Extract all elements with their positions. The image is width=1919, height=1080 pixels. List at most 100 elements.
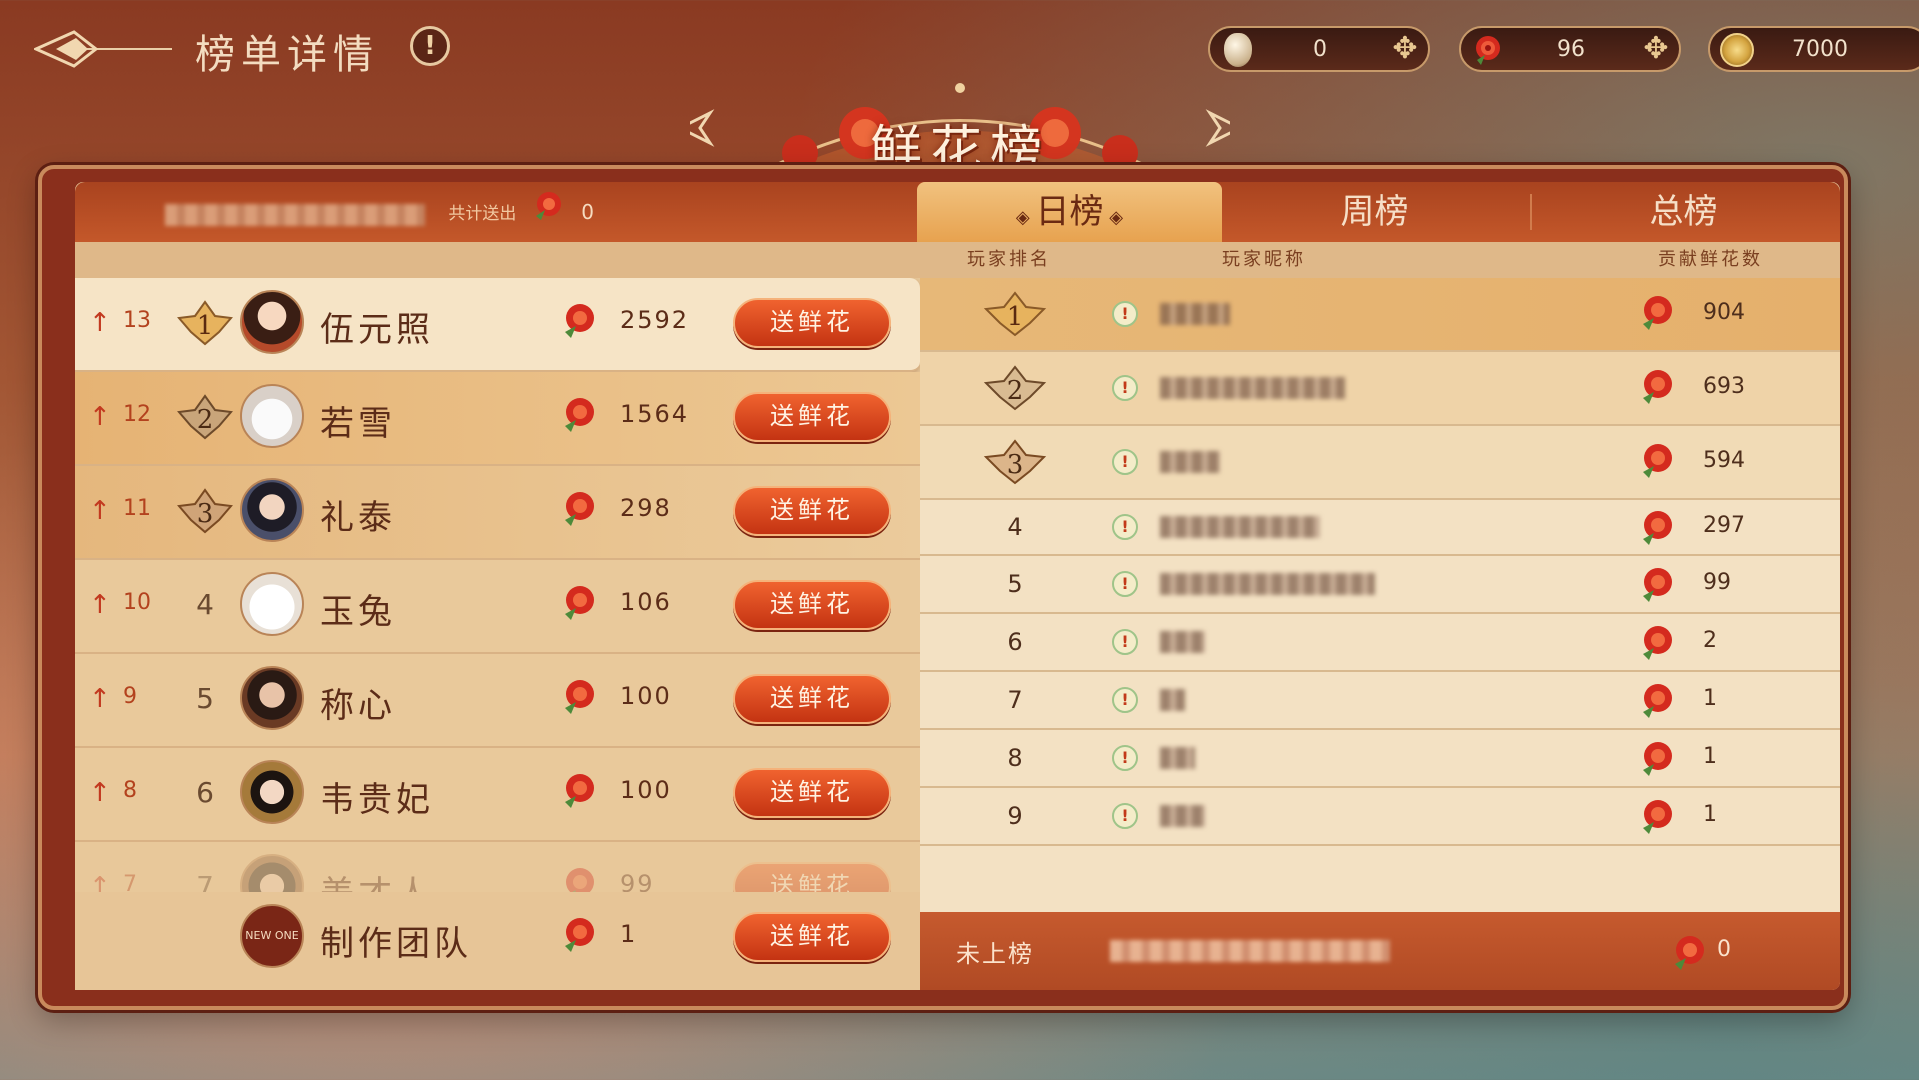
- flower-count: 100: [620, 682, 672, 710]
- send-flower-button[interactable]: 送鲜花: [733, 392, 891, 442]
- tab-bar: 共计送出 0 ◈ 日榜 ◈ 周榜 总榜: [75, 182, 1840, 242]
- flower-count: 1: [1703, 686, 1717, 711]
- list-item[interactable]: ↑ 8 6 韦贵妃 100 送鲜花: [75, 748, 920, 842]
- send-flower-button[interactable]: 送鲜花: [733, 298, 891, 348]
- table-row[interactable]: 4 ! 297: [920, 500, 1840, 556]
- flower-count: 904: [1703, 300, 1745, 325]
- info-icon[interactable]: !: [1112, 514, 1138, 540]
- rank-number: 9: [1007, 802, 1023, 830]
- flower-count: 99: [1703, 570, 1731, 595]
- info-icon[interactable]: !: [1112, 745, 1138, 771]
- tab-daily[interactable]: ◈ 日榜 ◈: [917, 182, 1222, 242]
- info-icon[interactable]: !: [1112, 687, 1138, 713]
- avatar: [240, 384, 304, 448]
- avatar: [240, 572, 304, 636]
- flower-icon: [532, 185, 566, 245]
- rank-1-badge-icon: 1: [175, 298, 235, 348]
- flower-icon: [1471, 33, 1505, 67]
- recipient-list[interactable]: ↑ 13 1 伍元照 2592 送鲜花 ↑ 12 2 若雪 1564 送鲜花 ↑…: [75, 278, 920, 990]
- send-flower-button[interactable]: 送鲜花: [733, 912, 891, 962]
- info-icon[interactable]: !: [1112, 629, 1138, 655]
- avatar: [240, 478, 304, 542]
- tab-daily-label: 日榜: [1035, 192, 1104, 232]
- rank-change: 10: [123, 590, 151, 615]
- table-row[interactable]: 9 ! 1: [920, 788, 1840, 846]
- send-flower-button[interactable]: 送鲜花: [733, 768, 891, 818]
- list-item[interactable]: ↑ 10 4 玉兔 106 送鲜花: [75, 560, 920, 654]
- tab-total[interactable]: 总榜: [1531, 182, 1836, 242]
- player-name: 制作团队: [320, 924, 472, 964]
- svg-text:3: 3: [1007, 450, 1024, 480]
- flower-icon: [1638, 368, 1678, 408]
- unranked-label: 未上榜: [956, 940, 1034, 968]
- rank-up-icon: ↑: [89, 684, 111, 714]
- svg-text:3: 3: [197, 499, 214, 529]
- tab-weekly[interactable]: 周榜: [1222, 182, 1527, 242]
- info-icon[interactable]: !: [1112, 571, 1138, 597]
- help-icon[interactable]: !: [410, 26, 450, 66]
- tab-daily-deco-left-icon: ◈: [1015, 207, 1036, 228]
- info-icon[interactable]: !: [1112, 301, 1138, 327]
- rank-number: 6: [196, 776, 214, 809]
- info-icon[interactable]: !: [1112, 375, 1138, 401]
- ranking-list[interactable]: 1 ! 904 2 ! 693 3 ! 594 4 ! 297 5 ! 99 6…: [920, 278, 1840, 918]
- info-icon[interactable]: !: [1112, 449, 1138, 475]
- flower-icon: [560, 396, 600, 436]
- table-row[interactable]: 6 ! 2: [920, 614, 1840, 672]
- blurred-player-name: [1160, 516, 1320, 538]
- rank-number: 7: [1007, 686, 1023, 714]
- rank-number: 4: [196, 588, 214, 621]
- table-row[interactable]: 5 ! 99: [920, 556, 1840, 614]
- team-row[interactable]: NEW ONE 制作团队 1 送鲜花: [75, 892, 920, 990]
- rank-2-badge-icon: 2: [980, 363, 1050, 419]
- table-row[interactable]: 1 ! 904: [920, 278, 1840, 352]
- my-rank-footer: 未上榜 0: [920, 912, 1840, 990]
- blurred-player-name: [1160, 377, 1345, 399]
- add-flower-button[interactable]: ✥: [1641, 34, 1671, 65]
- list-item[interactable]: ↑ 9 5 称心 100 送鲜花: [75, 654, 920, 748]
- list-item[interactable]: ↑ 11 3 礼泰 298 送鲜花: [75, 466, 920, 560]
- rank-3-badge-icon: 3: [980, 437, 1050, 493]
- svg-text:1: 1: [1007, 302, 1024, 332]
- flower-count: 2592: [620, 306, 690, 334]
- table-row[interactable]: 7 ! 1: [920, 672, 1840, 730]
- column-header-bar: [75, 242, 1840, 278]
- flower-count: 1: [1703, 744, 1717, 769]
- table-row[interactable]: 2 ! 693: [920, 352, 1840, 426]
- flower-icon: [1638, 566, 1678, 606]
- flower-icon: [1638, 294, 1678, 334]
- rank-number: 8: [1007, 744, 1023, 772]
- send-flower-button[interactable]: 送鲜花: [733, 580, 891, 630]
- rank-number: 4: [1007, 513, 1023, 541]
- flower-icon: [1638, 798, 1678, 838]
- avatar: [240, 666, 304, 730]
- table-row[interactable]: 3 ! 594: [920, 426, 1840, 500]
- add-egg-button[interactable]: ✥: [1390, 34, 1420, 65]
- svg-text:2: 2: [1007, 376, 1024, 406]
- flower-count: 106: [620, 588, 672, 616]
- send-flower-button[interactable]: 送鲜花: [733, 674, 891, 724]
- coin-count: 7000: [1792, 37, 1848, 62]
- flower-count: 297: [1703, 513, 1745, 538]
- list-item[interactable]: ↑ 13 1 伍元照 2592 送鲜花: [75, 278, 920, 372]
- send-flower-button[interactable]: 送鲜花: [733, 486, 891, 536]
- svg-text:2: 2: [197, 405, 214, 435]
- flower-icon: [1670, 934, 1710, 974]
- tab-daily-deco-right-icon: ◈: [1103, 207, 1124, 228]
- egg-icon: [1224, 33, 1252, 67]
- flower-icon: [1638, 442, 1678, 482]
- back-button[interactable]: [32, 24, 174, 74]
- flower-count: 1: [620, 920, 638, 948]
- rank-2-badge-icon: 2: [175, 392, 235, 442]
- rank-up-icon: ↑: [89, 778, 111, 808]
- player-name: 玉兔: [320, 592, 396, 632]
- flower-icon: [1638, 509, 1678, 549]
- rank-number: 6: [1007, 628, 1023, 656]
- list-item[interactable]: ↑ 12 2 若雪 1564 送鲜花: [75, 372, 920, 466]
- rank-up-icon: ↑: [89, 308, 111, 338]
- flower-icon: [560, 584, 600, 624]
- table-row[interactable]: 8 ! 1: [920, 730, 1840, 788]
- flower-icon: [560, 916, 600, 956]
- info-icon[interactable]: !: [1112, 803, 1138, 829]
- blurred-player-name: [165, 203, 425, 226]
